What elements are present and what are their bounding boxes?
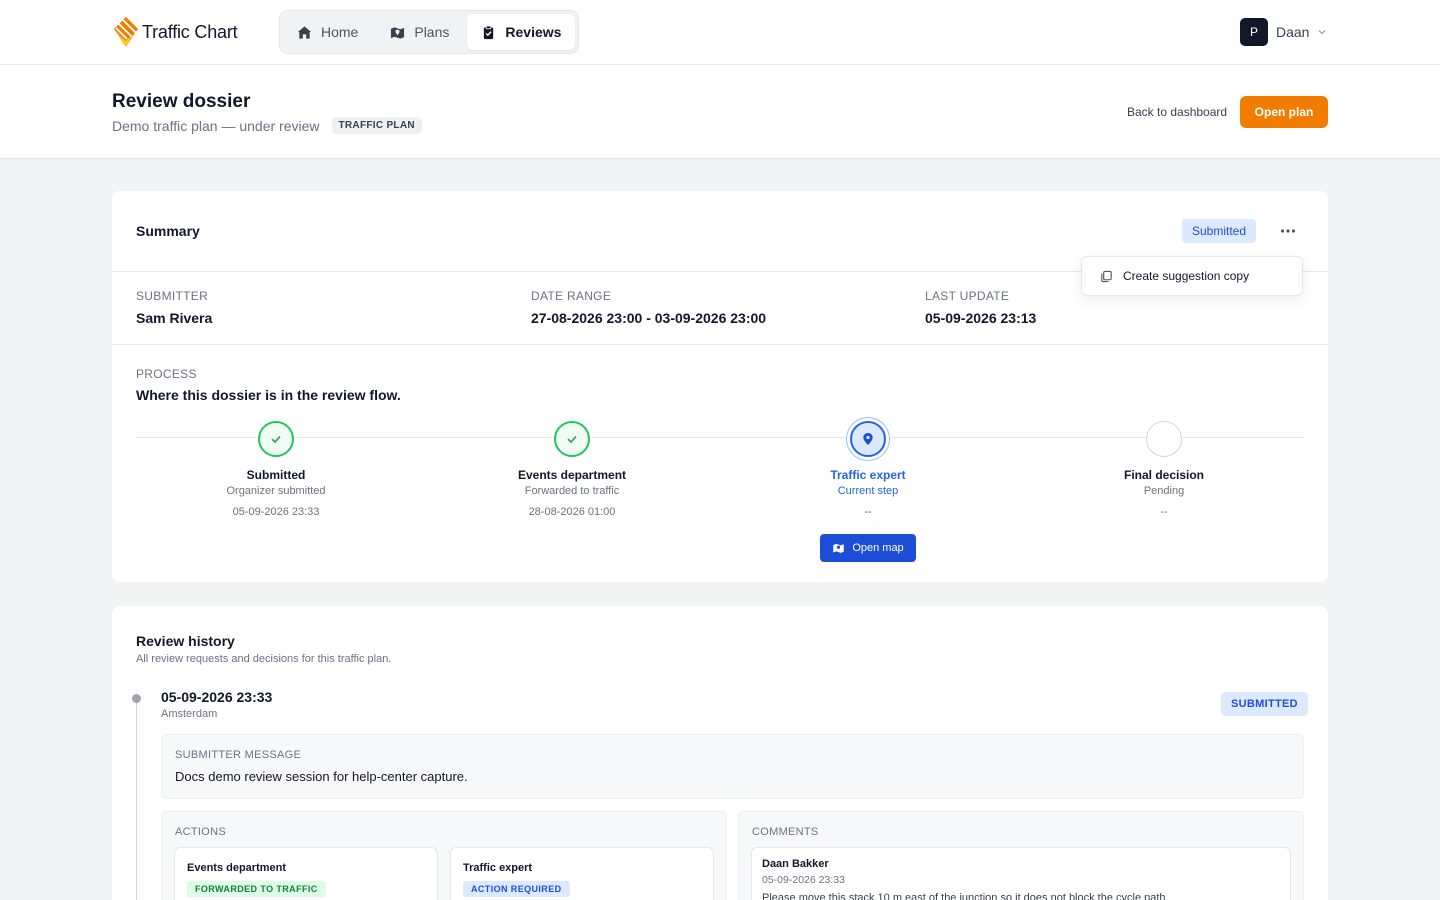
nav-item-label: Plans <box>414 24 450 40</box>
step-date: 05-09-2026 23:33 <box>232 506 320 518</box>
map-pin-icon <box>863 433 873 445</box>
traffic-chart-logo-icon <box>114 17 138 47</box>
open-map-button[interactable]: Open map <box>820 534 916 562</box>
back-to-dashboard-link[interactable]: Back to dashboard <box>1127 105 1227 119</box>
process-description: Where this dossier is in the review flow… <box>136 387 401 403</box>
step-status: Organizer submitted <box>226 485 326 497</box>
nav-item-label: Home <box>321 24 359 40</box>
process-step-final-decision: Final decision Pending -- <box>1054 421 1274 518</box>
app-logo[interactable]: Traffic Chart <box>112 16 238 48</box>
review-history-card: Review history All review requests and d… <box>112 606 1328 900</box>
entry-date: 05-09-2026 23:33 <box>161 689 273 705</box>
comment-text: Please move this stack 10 m east of the … <box>762 892 1169 900</box>
date-range-label: DATE RANGE <box>531 289 612 303</box>
step-indicator <box>850 421 886 457</box>
open-map-label: Open map <box>852 542 904 554</box>
check-icon <box>271 435 281 444</box>
process-step-events-department: Events department Forwarded to traffic 2… <box>462 421 682 518</box>
comments-label: COMMENTS <box>752 826 819 838</box>
step-indicator <box>554 421 590 457</box>
user-name: Daan <box>1276 24 1310 40</box>
nav-item-plans[interactable]: Plans <box>376 14 463 50</box>
step-title: Traffic expert <box>830 468 906 482</box>
timeline-line <box>136 698 137 900</box>
top-navigation-bar: Traffic Chart Home Plans Reviews P Daan <box>0 0 1440 65</box>
main-nav: Home Plans Reviews <box>279 10 580 54</box>
action-title: Traffic expert <box>463 862 533 874</box>
chevron-down-icon <box>1319 30 1326 35</box>
entry-location: Amsterdam <box>161 708 218 720</box>
check-icon <box>567 435 577 444</box>
home-icon <box>297 25 312 39</box>
create-suggestion-copy-menu-item[interactable]: Create suggestion copy <box>1081 256 1303 296</box>
actions-label: ACTIONS <box>175 826 226 838</box>
page-subtitle-row: Demo traffic plan — under review TRAFFIC… <box>112 117 422 134</box>
page-title: Review dossier <box>112 91 251 112</box>
last-update-label: LAST UPDATE <box>925 289 1010 303</box>
avatar: P <box>1240 18 1268 46</box>
page-header: Review dossier Demo traffic plan — under… <box>0 65 1440 159</box>
map-icon <box>833 543 845 553</box>
action-card-traffic-expert: Traffic expert ACTION REQUIRED <box>450 847 714 900</box>
step-indicator <box>258 421 294 457</box>
more-options-button[interactable] <box>1276 219 1300 243</box>
step-indicator <box>1146 421 1182 457</box>
timeline-dot <box>132 694 141 703</box>
menu-item-label: Create suggestion copy <box>1123 269 1250 283</box>
actions-panel: ACTIONS Events department FORWARDED TO T… <box>161 811 727 900</box>
history-title: Review history <box>136 633 235 649</box>
step-title: Final decision <box>1123 468 1204 482</box>
nav-item-label: Reviews <box>505 24 562 40</box>
step-date: -- <box>864 506 872 518</box>
clipboard-check-icon <box>484 25 494 39</box>
page-subtitle: Demo traffic plan — under review <box>112 117 320 134</box>
history-subtitle: All review requests and decisions for th… <box>136 653 392 665</box>
submitter-message-box: SUBMITTER MESSAGE Docs demo review sessi… <box>161 734 1304 799</box>
process-step-traffic-expert: Traffic expert Current step -- <box>758 421 978 518</box>
comments-panel: COMMENTS Daan Bakker 05-09-2026 23:33 Pl… <box>738 811 1304 900</box>
map-icon <box>391 26 405 39</box>
copy-icon <box>1101 270 1112 282</box>
process-step-submitted: Submitted Organizer submitted 05-09-2026… <box>166 421 386 518</box>
submitter-message-label: SUBMITTER MESSAGE <box>175 749 302 761</box>
more-horizontal-icon <box>1280 229 1296 233</box>
open-plan-button[interactable]: Open plan <box>1240 96 1328 128</box>
step-status: Forwarded to traffic <box>524 485 620 497</box>
step-date: -- <box>1160 506 1168 518</box>
process-label: PROCESS <box>136 367 197 381</box>
action-status-pill: ACTION REQUIRED <box>463 881 570 897</box>
step-date: 28-08-2026 01:00 <box>528 506 616 518</box>
summary-card: Summary Submitted SUBMITTER Sam Rivera D… <box>112 191 1328 582</box>
submitter-message-text: Docs demo review session for help-center… <box>175 769 468 784</box>
step-title: Submitted <box>246 468 306 482</box>
summary-title: Summary <box>136 223 200 239</box>
comment-card: Daan Bakker 05-09-2026 23:33 Please move… <box>751 847 1291 900</box>
step-status: Current step <box>837 485 899 497</box>
divider <box>112 344 1328 345</box>
comment-date: 05-09-2026 23:33 <box>762 874 845 886</box>
app-name: Traffic Chart <box>142 21 238 42</box>
submitter-value: Sam Rivera <box>136 310 213 326</box>
submitter-label: SUBMITTER <box>136 289 209 303</box>
user-menu[interactable]: P Daan <box>1240 18 1327 46</box>
date-range-value: 27-08-2026 23:00 - 03-09-2026 23:00 <box>531 310 767 326</box>
comment-author: Daan Bakker <box>762 858 829 870</box>
action-title: Events department <box>187 862 287 874</box>
step-title: Events department <box>517 468 627 482</box>
action-card-events-department: Events department FORWARDED TO TRAFFIC <box>174 847 438 900</box>
status-badge: Submitted <box>1182 219 1257 243</box>
action-status-pill: FORWARDED TO TRAFFIC <box>187 881 326 897</box>
nav-item-home[interactable]: Home <box>283 14 372 50</box>
entry-status-badge: SUBMITTED <box>1221 692 1308 716</box>
nav-item-reviews[interactable]: Reviews <box>467 14 576 50</box>
plan-type-tag: TRAFFIC PLAN <box>331 117 422 134</box>
last-update-value: 05-09-2026 23:13 <box>925 310 1037 326</box>
step-status: Pending <box>1143 485 1185 497</box>
